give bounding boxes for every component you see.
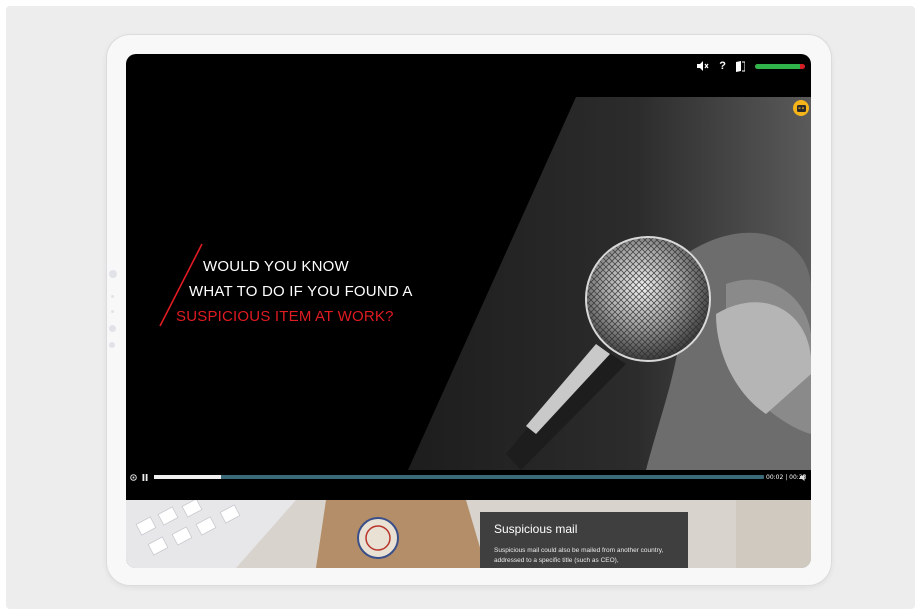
desk-photo [126,500,811,568]
volume-icon[interactable] [800,472,807,484]
tablet-side-button [109,270,117,278]
info-card-body: Suspicious mail could also be mailed fro… [494,547,664,564]
video-controls: 00:02 | 00:23 [126,470,811,486]
video-scrubber[interactable] [154,475,764,479]
info-card: Suspicious mail Suspicious mail could al… [480,512,688,568]
course-progress-fill [755,63,800,69]
captions-icon [796,104,806,112]
document-icon[interactable] [736,60,745,72]
video-scrubber-fill [154,475,222,479]
tablet-side-button [111,310,114,313]
pause-icon[interactable] [142,472,148,484]
mute-icon[interactable] [697,61,709,71]
tablet-side-button [109,342,115,348]
hud-toolbar: ? [697,58,805,74]
next-slide-preview: Suspicious mail Suspicious mail could al… [126,500,811,568]
captions-button[interactable] [793,100,809,116]
course-player-screen: ? WOULD YOU KNOW WHAT TO DO IF YOU FOUND… [126,54,811,568]
tablet-side-button [111,295,114,298]
course-progress-bar [755,63,805,69]
settings-icon[interactable] [130,472,137,484]
headline-line-2: WHAT TO DO IF YOU FOUND A [189,283,413,300]
headline-line-3: SUSPICIOUS ITEM AT WORK? [176,308,394,325]
tablet-side-button [109,325,116,332]
info-card-title: Suspicious mail [494,522,578,536]
headline-line-1: WOULD YOU KNOW [203,258,349,275]
help-icon[interactable]: ? [719,58,726,74]
